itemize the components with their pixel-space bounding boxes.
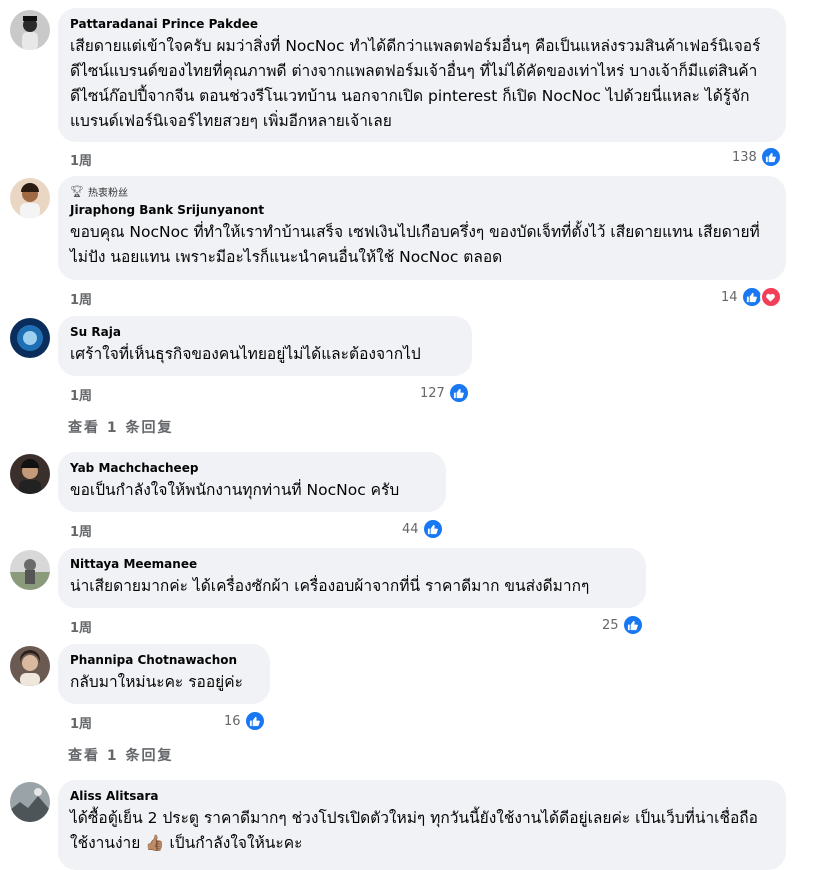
reaction-number: 127 (420, 385, 445, 401)
comment-text: ได้ซื้อตู้เย็น 2 ประตู ราคาดีมากๆ ช่วงโป… (70, 809, 758, 852)
comment-text: กลับมาใหม่นะคะ รออยู่ค่ะ (70, 673, 243, 691)
reaction-count[interactable]: 16 (224, 710, 266, 732)
like-icon (621, 614, 644, 636)
comment-bubble: Phannipa Chotnawachon กลับมาใหม่นะคะ รออ… (58, 644, 270, 704)
comment-author[interactable]: Su Raja (70, 324, 460, 340)
comment-time[interactable]: 1周 (70, 289, 92, 308)
comment-time[interactable]: 1周 (70, 713, 92, 732)
comment-author[interactable]: Aliss Alitsara (70, 788, 774, 804)
comment-text: เศร้าใจที่เห็นธุรกิจของคนไทยอยู่ไม่ได้แล… (70, 345, 421, 363)
reaction-number: 14 (721, 289, 738, 305)
reaction-number: 25 (602, 617, 619, 633)
comment-time[interactable]: 1周 (70, 150, 92, 169)
comment-time[interactable]: 1周 (70, 617, 92, 636)
comment-author[interactable]: Jiraphong Bank Srijunyanont (70, 202, 774, 218)
comment-bubble: Nittaya Meemanee น่าเสียดายมากค่ะ ได้เคร… (58, 548, 646, 608)
reaction-number: 138 (732, 149, 757, 165)
avatar[interactable] (10, 454, 50, 494)
trophy-icon: 🏆︎ (70, 185, 84, 198)
comment-bubble: Aliss Alitsara ได้ซื้อตู้เย็น 2 ประตู รา… (58, 780, 786, 870)
avatar[interactable] (10, 10, 50, 50)
comment-author[interactable]: Yab Machchacheep (70, 460, 434, 476)
comment-author[interactable]: Phannipa Chotnawachon (70, 652, 258, 668)
avatar[interactable] (10, 550, 50, 590)
badge-label: 热衷粉丝 (87, 188, 128, 199)
comment-time[interactable]: 1周 (70, 385, 92, 404)
comment-text: เสียดายแต่เข้าใจครับ ผมว่าสิ่งที่ NocNoc… (70, 37, 761, 130)
fan-badge: 🏆︎ 热衷粉丝 (70, 184, 774, 199)
comment-bubble: Yab Machchacheep ขอเป็นกำลังใจให้พนักงาน… (58, 452, 446, 512)
view-replies-link[interactable]: 查看 1 条回复 (68, 417, 174, 437)
avatar[interactable] (10, 646, 50, 686)
comment-author[interactable]: Nittaya Meemanee (70, 556, 634, 572)
avatar[interactable] (10, 782, 50, 822)
comment-time[interactable]: 1周 (70, 521, 92, 540)
reaction-count[interactable]: 44 (402, 518, 444, 540)
reaction-count[interactable]: 14 (721, 286, 782, 308)
comment-bubble: 🏆︎ 热衷粉丝 Jiraphong Bank Srijunyanont ขอบค… (58, 176, 786, 280)
like-icon (447, 382, 470, 404)
reaction-number: 16 (224, 713, 241, 729)
reaction-number: 44 (402, 521, 419, 537)
like-icon (759, 146, 782, 168)
reaction-count[interactable]: 25 (602, 614, 644, 636)
comment-text: ขอเป็นกำลังใจให้พนักงานทุกท่านที่ NocNoc… (70, 481, 400, 499)
like-icon (421, 518, 444, 540)
like-icon (243, 710, 266, 732)
heart-icon (759, 286, 782, 308)
comment-author[interactable]: Pattaradanai Prince Pakdee (70, 16, 774, 32)
view-replies-link[interactable]: 查看 1 条回复 (68, 745, 174, 765)
avatar[interactable] (10, 318, 50, 358)
comment-bubble: Su Raja เศร้าใจที่เห็นธุรกิจของคนไทยอยู่… (58, 316, 472, 376)
avatar[interactable] (10, 178, 50, 218)
comment-text: น่าเสียดายมากค่ะ ได้เครื่องซักผ้า เครื่อ… (70, 577, 590, 595)
reaction-count[interactable]: 138 (732, 146, 782, 168)
reaction-count[interactable]: 127 (420, 382, 470, 404)
comment-text: ขอบคุณ NocNoc ที่ทำให้เราทำบ้านเสร็จ เซฟ… (70, 223, 760, 266)
comment-bubble: Pattaradanai Prince Pakdee เสียดายแต่เข้… (58, 8, 786, 142)
